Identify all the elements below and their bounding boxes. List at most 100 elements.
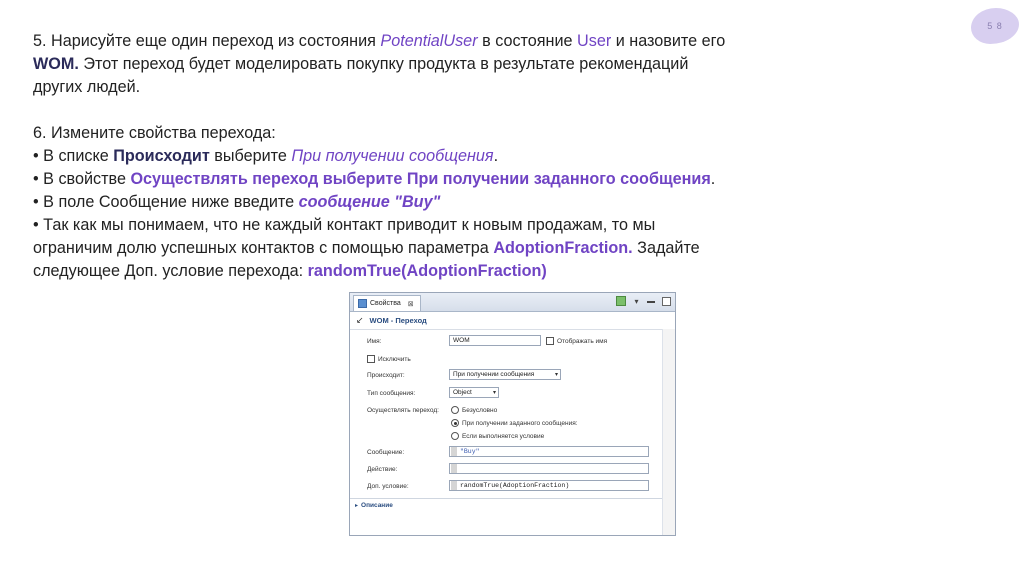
- step6-bullet4-line1: • Так как мы понимаем, что не каждый кон…: [33, 214, 933, 237]
- text-span: Задайте: [632, 239, 700, 257]
- occurs-select[interactable]: При получении сообщения ▾: [449, 369, 561, 380]
- guard-value: randomTrue(AdoptionFraction): [460, 482, 570, 489]
- field-value: сообщение "Buy": [298, 193, 441, 211]
- action-label: Действие:: [367, 466, 398, 473]
- name-row: Имя:: [367, 338, 381, 345]
- text-span: • Так как мы понимаем, что не каждый кон…: [33, 216, 656, 234]
- radio-option-0[interactable]: Безусловно: [451, 406, 497, 414]
- close-icon[interactable]: ⊠: [408, 300, 414, 308]
- text-span: • В списке: [33, 147, 114, 165]
- message-value: "Buy": [460, 448, 480, 455]
- radio-label: Если выполняется условие: [462, 432, 545, 440]
- radio-label: Безусловно: [462, 406, 498, 414]
- exclude-checkbox[interactable]: [367, 355, 375, 363]
- tab-properties[interactable]: Свойства ⊠: [353, 295, 421, 311]
- msg-type-row: Тип сообщения:: [367, 390, 415, 397]
- guard-label: Доп. условие:: [367, 483, 409, 490]
- window-controls: ▾: [616, 296, 671, 306]
- text-span: .: [710, 170, 716, 188]
- state-to: User: [577, 32, 612, 50]
- occurs-value: При получении сообщения: [453, 371, 535, 378]
- text-span: 6. Измените свойства перехода:: [33, 124, 276, 142]
- step6-bullet1: • В списке Происходит выберите При получ…: [33, 145, 933, 168]
- step5-line1: 5. Нарисуйте еще один переход из состоян…: [33, 30, 933, 53]
- field-value: Осуществлять переход выберите При получе…: [130, 170, 711, 188]
- radio-button[interactable]: [451, 419, 459, 427]
- chevron-down-icon: ▾: [554, 372, 558, 378]
- tab-label: Свойства: [370, 300, 401, 307]
- description-label: Описание: [361, 501, 393, 509]
- chevron-down-icon: ▾: [492, 390, 496, 396]
- radio-label: При получении заданного сообщения:: [462, 419, 578, 427]
- state-from: PotentialUser: [380, 32, 478, 50]
- text-span: других людей.: [33, 78, 141, 96]
- radio-button[interactable]: [451, 406, 459, 414]
- field-value: При получении сообщения: [291, 147, 494, 165]
- trigger-label: Осуществлять переход:: [367, 407, 439, 414]
- minimize-icon[interactable]: [647, 297, 656, 306]
- step6-bullet4-line3: следующее Доп. условие перехода: randomT…: [33, 260, 933, 283]
- transition-name: WOM.: [33, 55, 79, 73]
- name-label: Имя:: [367, 338, 382, 345]
- occurs-label: Происходит:: [367, 372, 405, 379]
- guard-row: Доп. условие:: [367, 483, 409, 490]
- action-row: Действие:: [367, 466, 397, 473]
- code-expression: randomTrue(AdoptionFraction): [307, 262, 547, 280]
- msg-type-value: Object: [453, 389, 472, 396]
- toolbar-icon[interactable]: [616, 296, 626, 306]
- radio-button[interactable]: [451, 432, 459, 440]
- step5-line2: WOM. Этот переход будет моделировать пок…: [33, 53, 933, 76]
- radio-option-2[interactable]: Если выполняется условие: [451, 432, 544, 440]
- text-span: выберите: [209, 147, 292, 165]
- msg-type-select[interactable]: Object ▾: [449, 387, 499, 398]
- step6-bullet2: • В свойстве Осуществлять переход выбери…: [33, 168, 933, 191]
- step6-bullet3: • В поле Сообщение ниже введите сообщени…: [33, 191, 933, 214]
- properties-window: Свойства ⊠ ▾ ↙ WOM - Переход Имя: WOM От…: [349, 292, 676, 536]
- msg-type-label: Тип сообщения:: [367, 390, 416, 397]
- message-input[interactable]: "Buy": [449, 446, 649, 457]
- field-gutter: [451, 481, 457, 490]
- window-tabbar: Свойства ⊠ ▾: [350, 293, 675, 312]
- text-span: 5. Нарисуйте еще один переход из состоян…: [33, 32, 381, 50]
- radio-option-1[interactable]: При получении заданного сообщения:: [451, 419, 578, 427]
- text-span: следующее Доп. условие перехода:: [33, 262, 308, 280]
- text-span: • В поле Сообщение ниже введите: [33, 193, 299, 211]
- text-span: • В свойстве: [33, 170, 131, 188]
- exclude-label: Исключить: [378, 355, 411, 363]
- field-gutter: [451, 447, 457, 456]
- guard-input[interactable]: randomTrue(AdoptionFraction): [449, 480, 649, 491]
- show-name-label: Отображать имя: [557, 337, 608, 345]
- step5-line3: других людей.: [33, 76, 933, 99]
- properties-icon: [358, 299, 367, 308]
- field-gutter: [451, 464, 457, 473]
- expand-arrow-icon[interactable]: ▸: [355, 502, 358, 509]
- occurs-row: Происходит:: [367, 372, 405, 379]
- properties-header: ↙ WOM - Переход: [350, 312, 675, 330]
- text-span: ограничим долю успешных контактов с помо…: [33, 239, 494, 257]
- slide-number-badge: 5 8: [971, 8, 1019, 44]
- vertical-scrollbar[interactable]: [662, 329, 675, 535]
- view-menu-icon[interactable]: ▾: [632, 297, 641, 306]
- show-name-checkbox[interactable]: [546, 337, 554, 345]
- trigger-row: Осуществлять переход:: [367, 407, 439, 414]
- header-title: WOM - Переход: [369, 316, 427, 325]
- text-span: Этот переход будет моделировать покупку …: [78, 55, 689, 73]
- param-name: AdoptionFraction.: [493, 239, 633, 257]
- action-input[interactable]: [449, 463, 649, 474]
- message-label: Сообщение:: [367, 449, 405, 456]
- text-span: в состояние: [477, 32, 578, 50]
- text-span: и назовите его: [611, 32, 726, 50]
- name-input[interactable]: WOM: [449, 335, 541, 346]
- step6-bullet4-line2: ограничим долю успешных контактов с помо…: [33, 237, 933, 260]
- show-name-row: Отображать имя: [546, 337, 607, 345]
- description-section[interactable]: ▸ Описание: [350, 498, 675, 511]
- step6-title: 6. Измените свойства перехода:: [33, 122, 933, 145]
- properties-form: Имя: WOM Отображать имя Исключить Происх…: [350, 330, 675, 520]
- text-span: .: [493, 147, 499, 165]
- maximize-icon[interactable]: [662, 296, 671, 306]
- instruction-text: 5. Нарисуйте еще один переход из состоян…: [33, 30, 933, 283]
- message-row: Сообщение:: [367, 449, 404, 456]
- field-name: Происходит: [113, 147, 210, 165]
- exclude-row: Исключить: [367, 355, 411, 363]
